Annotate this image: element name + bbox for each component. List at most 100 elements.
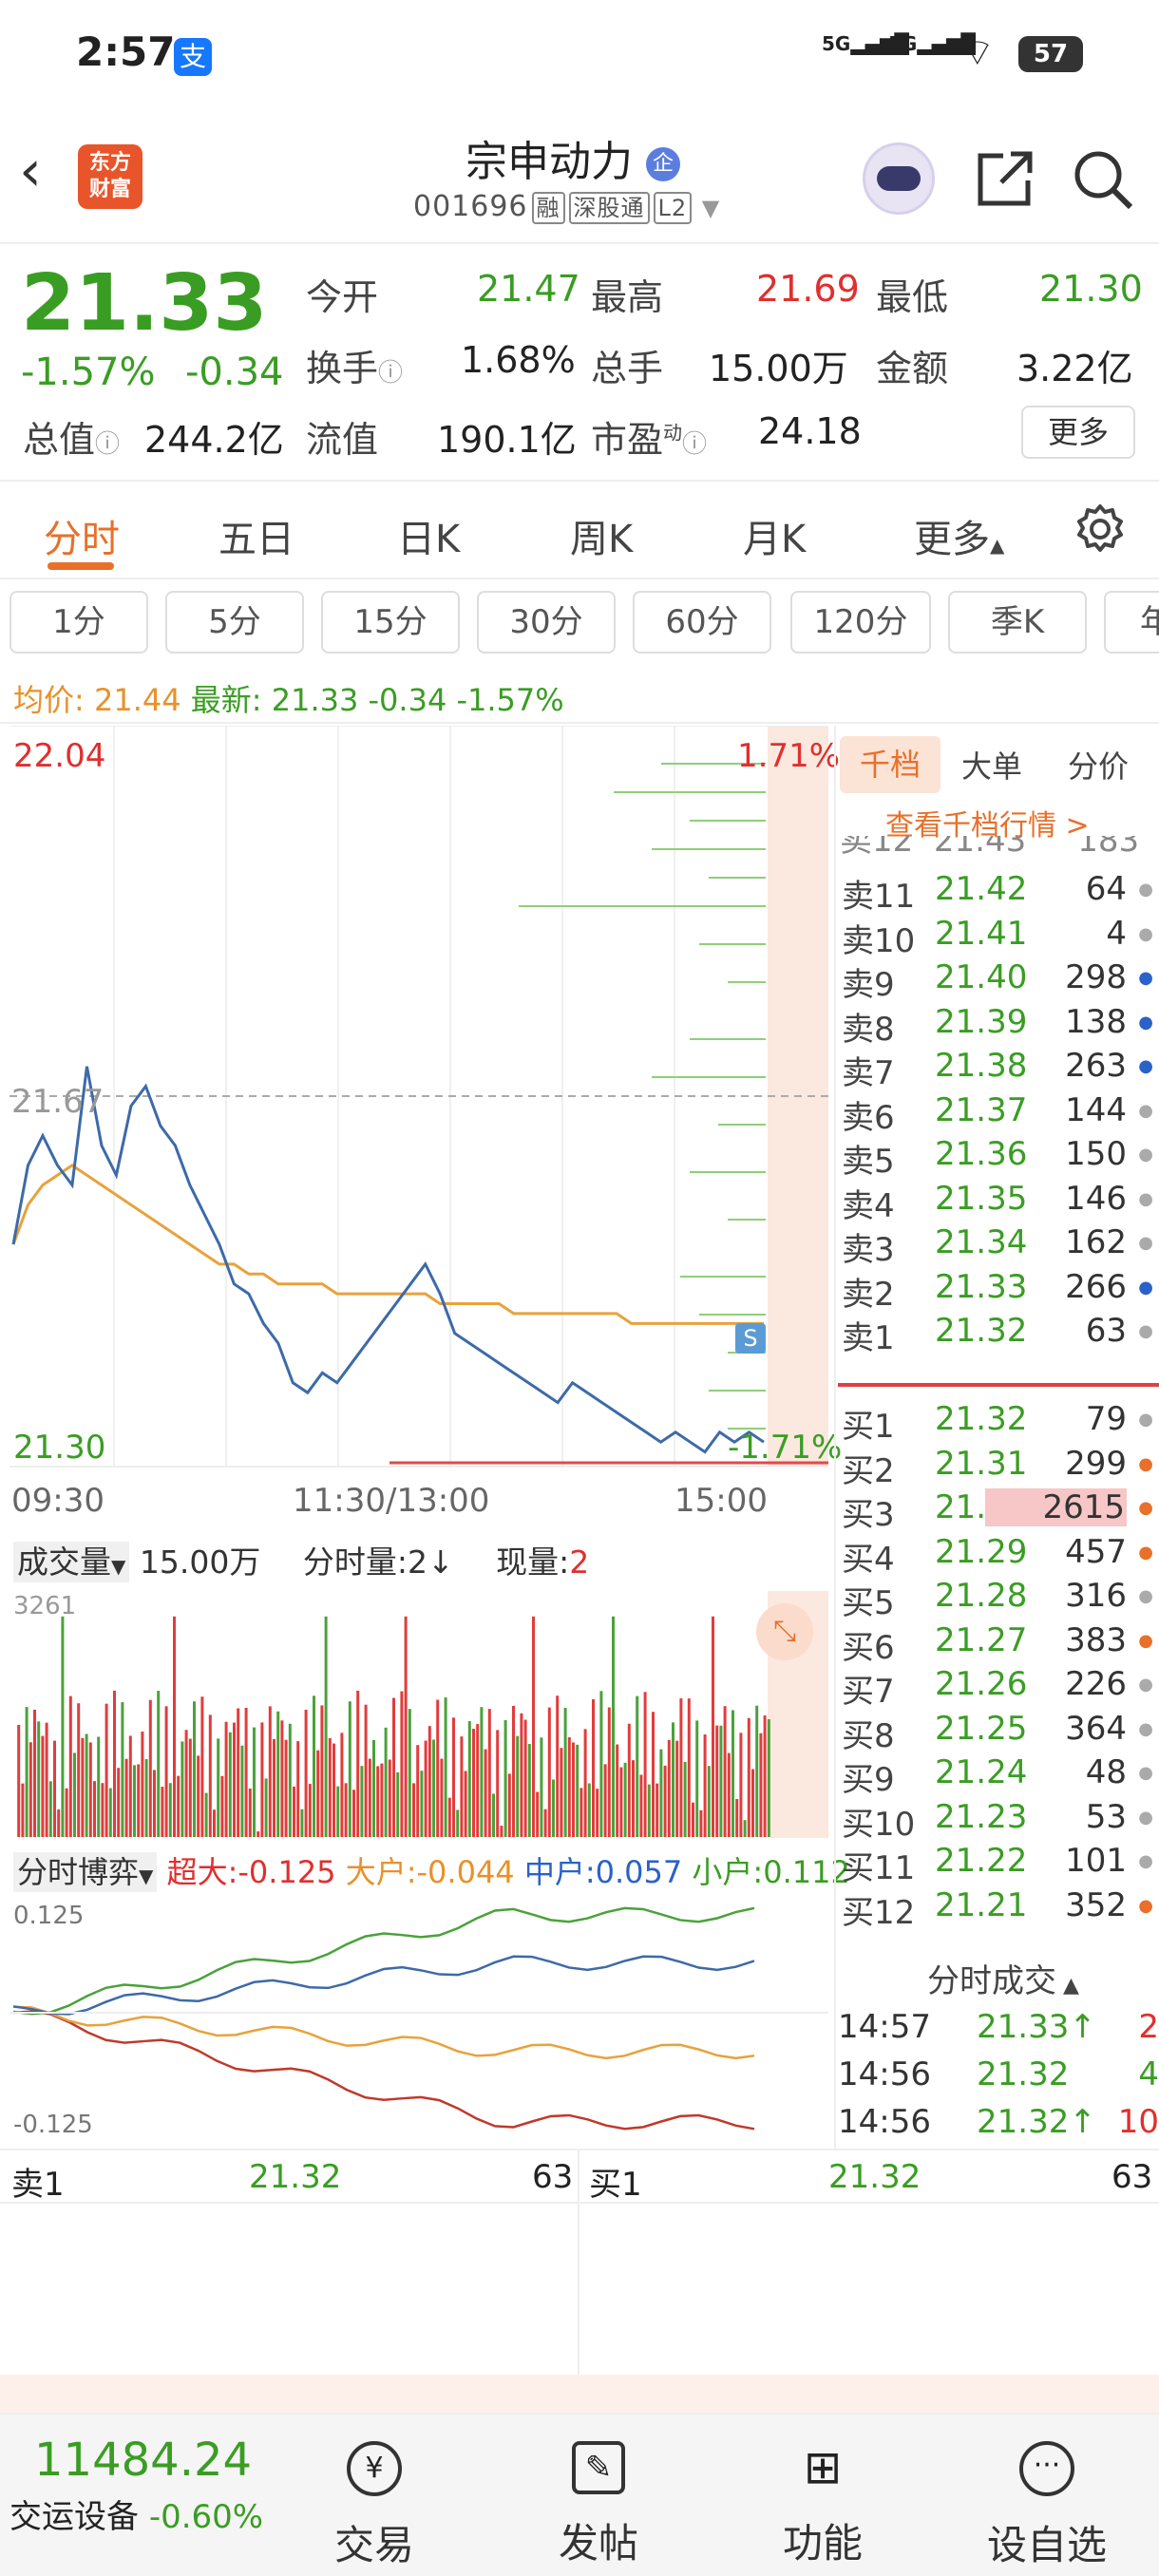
tab-more[interactable]: 更多▲ (914, 508, 1004, 563)
level-dot: ● (1138, 1100, 1153, 1121)
level-dot: ● (1138, 1542, 1153, 1563)
stock-title-text: 宗申动力 (466, 138, 633, 186)
intraday-chart[interactable] (0, 726, 834, 2150)
orderbook-tab-depth[interactable]: 千档 (840, 736, 940, 793)
level-price: 21.32 (935, 1400, 1028, 1438)
now-volume-value: 2 (569, 1544, 590, 1581)
volume-bar (392, 1697, 395, 1837)
volume-bar (228, 1732, 232, 1837)
volume-bar (599, 1691, 603, 1837)
tab-weekly-k[interactable]: 周K (570, 508, 633, 563)
expand-icon[interactable]: ⤡ (756, 1603, 813, 1660)
info-icon[interactable]: ⓘ (378, 359, 403, 388)
volume-bar (647, 1784, 651, 1837)
strip-price-2: 21.32 (828, 2158, 922, 2196)
level-price: 21.38 (935, 1047, 1028, 1085)
level-price: 21.33 (935, 1267, 1028, 1306)
nav-trade-label: 交易 (333, 2522, 414, 2568)
volume-bar (144, 1759, 148, 1837)
app-logo[interactable]: 东方 财富 (78, 144, 142, 209)
volume-bar (619, 1767, 623, 1837)
high-label: 最高 (591, 276, 664, 318)
level-label: 买12 (842, 1893, 916, 1932)
volume-bar (723, 1706, 727, 1837)
volume-bar (200, 1696, 204, 1837)
flow-dropdown[interactable]: 分时博弈▼ (13, 1852, 158, 1892)
volume-bar (240, 1745, 244, 1837)
period-15min[interactable]: 15分 (321, 591, 460, 653)
back-icon[interactable]: ‹ (19, 142, 42, 199)
nav-trade[interactable]: ¥ 交易 (298, 2415, 450, 2571)
orderbook-tab-pricevol[interactable]: 分价 (1068, 743, 1129, 786)
tab-monthly-k[interactable]: 月K (743, 508, 806, 563)
amount-label: 金额 (876, 348, 949, 389)
volume-bar (73, 1752, 76, 1837)
nav-add-watch[interactable]: ··· 设自选 (971, 2415, 1123, 2571)
share-icon[interactable] (975, 148, 1036, 209)
period-year-k[interactable]: 年 (1104, 591, 1159, 653)
volume-bar (540, 1737, 543, 1837)
period-60min[interactable]: 60分 (633, 591, 771, 653)
level-price: 21.28 (935, 1577, 1028, 1615)
volume-bar (332, 1743, 335, 1837)
period-120min[interactable]: 120分 (790, 591, 931, 653)
nav-post[interactable]: ✎ 发帖 (522, 2415, 674, 2569)
volume-bar (93, 1781, 96, 1837)
more-button[interactable]: 更多 (1021, 406, 1135, 459)
turnover-value: 1.68% (461, 339, 576, 381)
volume-bar (217, 1738, 220, 1837)
info-icon[interactable]: ⓘ (95, 430, 120, 459)
level-dot: ● (1138, 880, 1153, 900)
wifi-icon: ⌔ (960, 31, 996, 75)
volume-bar (177, 1775, 180, 1837)
tab-daily-k[interactable]: 日K (397, 508, 460, 563)
index-name: 交运设备 (10, 2498, 139, 2536)
volume-bar (632, 1760, 635, 1837)
trades-header[interactable]: 分时成交 ▲ (927, 1955, 1079, 2001)
volume-dropdown[interactable]: 成交量▼ (13, 1542, 130, 1582)
volume-bar (612, 1616, 615, 1837)
search-icon[interactable] (1072, 148, 1134, 211)
volume-bar (384, 1727, 388, 1837)
stock-code[interactable]: 001696 融深股通 L2 ▼ (413, 190, 720, 224)
volume-bar (523, 1719, 527, 1837)
volume-bar (460, 1736, 464, 1837)
volume-bar (260, 1722, 264, 1837)
period-30min[interactable]: 30分 (477, 591, 616, 653)
volume-bar (504, 1719, 507, 1837)
level-volume: 263 (1065, 1047, 1127, 1085)
gear-icon[interactable] (1074, 502, 1127, 556)
level-volume: 138 (1065, 1002, 1127, 1041)
level-price: 21.27 (935, 1620, 1028, 1659)
nav-functions[interactable]: ⊞ 功能 (747, 2415, 899, 2569)
period-5min[interactable]: 5分 (165, 591, 304, 653)
sell-marker[interactable]: S (735, 1323, 766, 1354)
volume-bar (336, 1786, 340, 1837)
period-1min[interactable]: 1分 (10, 591, 148, 653)
trade-time: 14:57 (838, 2008, 931, 2046)
level-dot: ● (1138, 1630, 1153, 1651)
tag-connect: 深股通 (568, 192, 650, 224)
bid-row: 买12 21.21 352 ● (838, 1883, 1159, 1932)
orderbook-tab-bigorder[interactable]: 大单 (961, 743, 1022, 786)
volume-bar (53, 1740, 56, 1837)
info-icon[interactable]: ⓘ (682, 430, 707, 459)
volume-bar (607, 1707, 611, 1837)
volume-bar (173, 1616, 176, 1837)
index-ticker[interactable]: 11484.24 交运设备 -0.60% (10, 2434, 285, 2537)
tab-five-day[interactable]: 五日 (218, 508, 294, 563)
chart-divider (0, 722, 1159, 724)
level-price: 21.25 (935, 1709, 1028, 1748)
alipay-icon: 支 (174, 38, 212, 76)
volume-bar (316, 1750, 320, 1837)
flow-large-value: -0.044 (416, 1854, 515, 1890)
level-volume: 79 (1085, 1400, 1127, 1438)
level-volume: 226 (1065, 1665, 1127, 1703)
tab-intraday[interactable]: 分时 (44, 508, 120, 563)
volume-bar (25, 1707, 28, 1837)
robot-avatar-icon[interactable] (863, 142, 935, 215)
dropdown-icon[interactable]: ▼ (702, 195, 720, 221)
level-price: 21.35 (935, 1179, 1028, 1218)
period-quarter-k[interactable]: 季K (948, 591, 1087, 653)
volume-bar (237, 1708, 240, 1837)
